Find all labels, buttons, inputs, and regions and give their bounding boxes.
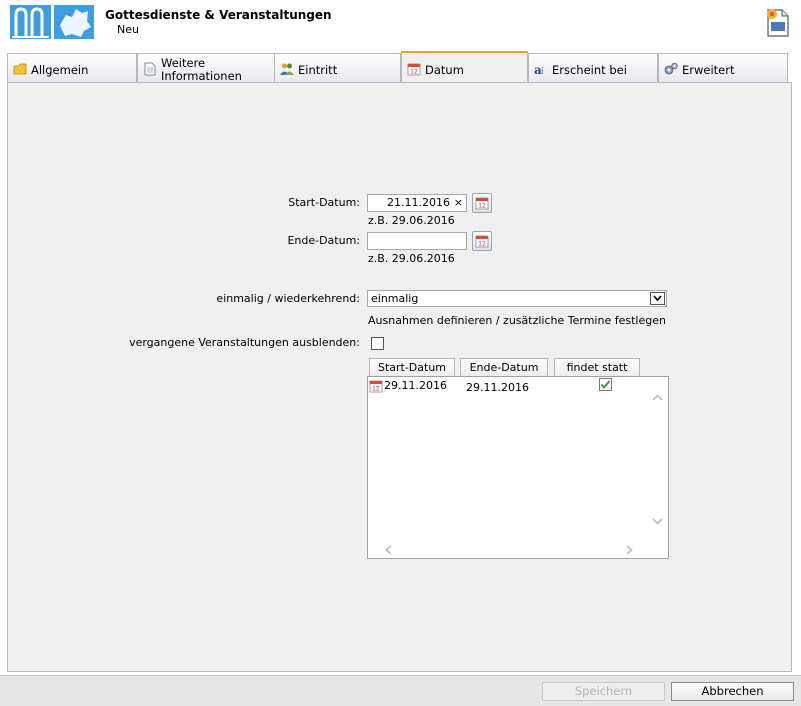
tab-erscheint-bei[interactable]: ai Erscheint bei	[528, 53, 658, 84]
region-map-icon	[54, 5, 94, 39]
scroll-right-icon[interactable]	[624, 544, 634, 560]
tab-label: Eintritt	[298, 63, 338, 77]
end-date-label: Ende-Datum:	[287, 234, 360, 247]
end-date-hint: z.B. 29.06.2016	[368, 252, 455, 265]
tab-datum[interactable]: 12 Datum	[401, 51, 528, 84]
save-button[interactable]: Speichern	[542, 682, 665, 701]
start-date-hint: z.B. 29.06.2016	[368, 214, 455, 227]
tab-label: Weitere Informationen	[161, 56, 242, 83]
column-header-end[interactable]: Ende-Datum	[460, 358, 548, 377]
calendar-icon: 12	[407, 62, 421, 76]
start-date-value: 21.11.2016	[387, 196, 450, 209]
tab-allgemein[interactable]: Allgemein	[7, 53, 137, 84]
hide-past-label: vergangene Veranstaltungen ausblenden:	[129, 336, 360, 349]
table-row[interactable]: 12 29.11.2016 29.11.2016	[368, 377, 648, 395]
checked-icon[interactable]	[599, 378, 612, 391]
header: Gottesdienste & Veranstaltungen Neu	[0, 0, 801, 45]
row-end-date: 29.11.2016	[466, 381, 529, 394]
chevron-down-icon	[650, 292, 665, 305]
cancel-button[interactable]: Abbrechen	[671, 682, 794, 701]
exceptions-link[interactable]: Ausnahmen definieren / zusätzliche Termi…	[368, 314, 666, 327]
svg-text:12: 12	[372, 386, 380, 393]
people-icon	[280, 62, 294, 76]
svg-text:12: 12	[410, 69, 418, 76]
footer-bar: Speichern Abbrechen	[0, 675, 801, 706]
tab-erweitert[interactable]: Erweitert	[658, 53, 788, 84]
tab-label: Erweitert	[682, 63, 735, 77]
svg-text:12: 12	[478, 241, 486, 248]
settings-icon	[664, 62, 678, 76]
hide-past-checkbox[interactable]	[371, 337, 384, 350]
column-header-takes-place[interactable]: findet statt	[554, 358, 640, 377]
calendar-icon: 12	[475, 197, 489, 210]
recurrence-label: einmalig / wiederkehrend:	[216, 292, 360, 305]
tab-bar: Allgemein Weitere Informationen Eintritt…	[7, 51, 792, 84]
calendar-icon[interactable]: 12	[369, 379, 383, 393]
svg-text:i: i	[541, 67, 544, 76]
dates-table[interactable]: 12 29.11.2016 29.11.2016	[367, 376, 669, 559]
new-document-icon[interactable]	[765, 6, 791, 38]
tab-panel-datum: Start-Datum: 21.11.2016 × 12 z.B. 29.06.…	[7, 82, 792, 672]
row-start-date: 29.11.2016	[384, 379, 447, 392]
tab-eintritt[interactable]: Eintritt	[274, 53, 401, 84]
end-date-calendar-button[interactable]: 12	[472, 231, 492, 251]
font-icon: ai	[534, 62, 548, 77]
tab-label: Datum	[425, 63, 464, 77]
logo-icon	[10, 5, 51, 39]
end-date-input[interactable]	[367, 232, 467, 250]
tab-weitere-informationen[interactable]: Weitere Informationen	[137, 53, 275, 84]
scroll-left-icon[interactable]	[384, 544, 394, 560]
folder-icon	[13, 62, 27, 76]
start-date-label: Start-Datum:	[288, 196, 360, 209]
calendar-icon: 12	[475, 235, 489, 248]
start-date-input[interactable]: 21.11.2016 ×	[367, 194, 467, 212]
clear-icon[interactable]: ×	[454, 195, 463, 211]
page-subtitle: Neu	[117, 23, 139, 36]
column-header-start[interactable]: Start-Datum	[369, 358, 455, 377]
start-date-calendar-button[interactable]: 12	[472, 193, 492, 213]
scroll-up-icon[interactable]	[651, 391, 664, 407]
recurrence-select[interactable]: einmalig	[367, 290, 667, 307]
page-title: Gottesdienste & Veranstaltungen	[105, 8, 332, 22]
document-icon	[143, 62, 157, 76]
tab-label: Allgemein	[31, 63, 89, 77]
svg-text:12: 12	[478, 203, 486, 210]
tab-label: Erscheint bei	[552, 63, 627, 77]
scroll-down-icon[interactable]	[651, 514, 664, 530]
recurrence-value: einmalig	[371, 292, 419, 305]
